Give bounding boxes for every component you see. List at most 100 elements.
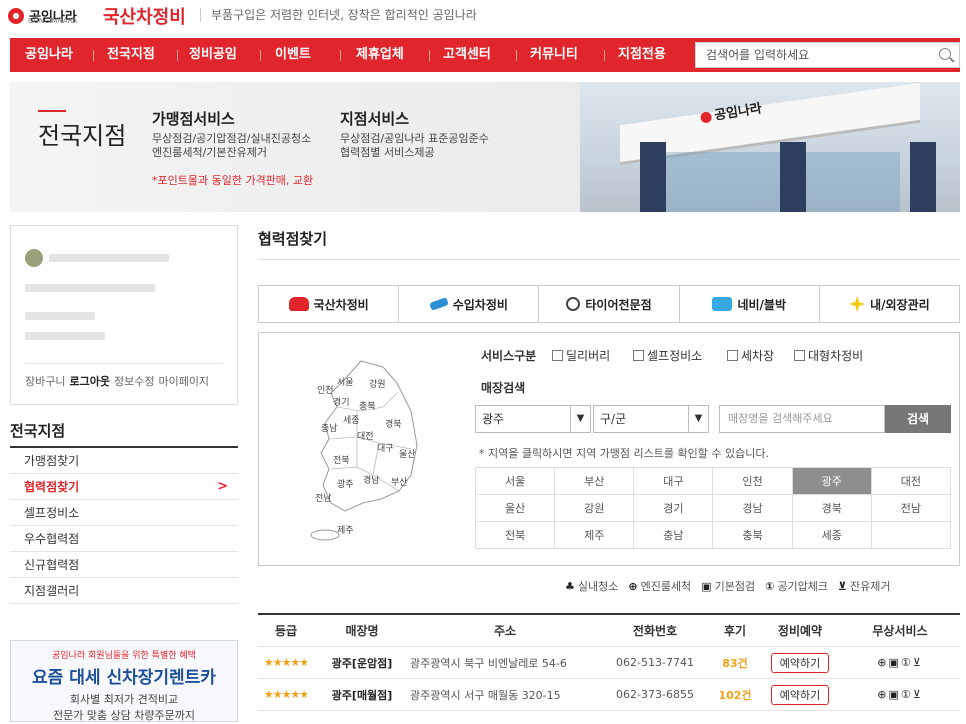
sidebar-item-self-service[interactable]: 셀프정비소 <box>10 500 238 526</box>
branch-service-title: 지점서비스 <box>340 110 410 128</box>
nav-item-branches[interactable]: 전국지점 <box>107 38 155 72</box>
nav-item-gongimnara[interactable]: 공임나라 <box>25 38 73 72</box>
region-chungbuk[interactable]: 충북 <box>712 521 793 549</box>
store-name[interactable]: 광주[운암점] <box>314 655 410 671</box>
header-name: 매장명 <box>345 624 379 638</box>
store-search-label: 매장검색 <box>481 381 526 395</box>
map-label[interactable]: 충북 <box>359 401 376 412</box>
region-gangwon[interactable]: 강원 <box>554 494 635 522</box>
member-info-blurred <box>25 312 95 320</box>
map-label[interactable]: 대전 <box>357 431 374 442</box>
store-search-button[interactable]: 검색 <box>885 405 951 433</box>
region-gwangju[interactable]: 광주 <box>791 467 872 495</box>
search-input[interactable] <box>696 43 926 67</box>
nav-item-branch-only[interactable]: 지점전용 <box>618 38 666 72</box>
nav-divider <box>177 50 178 61</box>
region-jeonnam[interactable]: 전남 <box>870 494 952 522</box>
page-title: 협력점찾기 <box>258 230 328 248</box>
nav-item-partners[interactable]: 제휴업체 <box>356 38 404 72</box>
korea-map[interactable]: 서울 인천 강원 경기 충북 세종 충남 대전 경북 대구 울산 전북 광주 경… <box>299 353 429 543</box>
map-label[interactable]: 강원 <box>369 379 386 390</box>
tab-navi-blackbox[interactable]: 네비/블박 <box>680 286 820 322</box>
sidebar-item-new[interactable]: 신규협력점 <box>10 552 238 578</box>
brand-title[interactable]: 국산차정비 <box>103 3 186 29</box>
map-label[interactable]: 부산 <box>391 477 408 488</box>
map-label[interactable]: 인천 <box>317 385 334 396</box>
region-gyeongbuk[interactable]: 경북 <box>791 494 872 522</box>
map-label[interactable]: 전북 <box>333 455 350 466</box>
region-ulsan[interactable]: 울산 <box>474 494 556 522</box>
legend-item: ▣ 기본점검 <box>701 578 755 594</box>
mypage-link[interactable]: 마이페이지 <box>158 373 209 389</box>
title-accent-line <box>38 110 66 112</box>
region-daejeon[interactable]: 대전 <box>870 467 952 495</box>
rental-promo-banner[interactable]: 공임나라 회원님들을 위한 특별한 혜택 요즘 대세 신차장기렌트카 회사별 최… <box>10 640 238 722</box>
cart-link[interactable]: 장바구니 <box>25 373 65 389</box>
city-select[interactable]: 광주 ▼ <box>475 405 591 433</box>
table-row[interactable]: ★★★★★ 광주[운암점] 광주광역시 북구 비엔날레로 54-6 062-51… <box>258 647 960 679</box>
sidebar-item-partner[interactable]: 협력점찾기 > <box>10 474 238 500</box>
region-daegu[interactable]: 대구 <box>633 467 714 495</box>
region-gyeongnam[interactable]: 경남 <box>712 494 793 522</box>
tab-interior-exterior[interactable]: 내/외장관리 <box>820 286 959 322</box>
edit-profile-link[interactable]: 정보수정 <box>114 373 154 389</box>
header-reserve: 정비예약 <box>777 624 823 638</box>
search-icon[interactable] <box>939 48 951 60</box>
store-name-input[interactable]: 매장명을 검색해주세요 <box>719 405 885 433</box>
logout-link[interactable]: 로그아웃 <box>69 373 109 389</box>
region-jeonbuk[interactable]: 전북 <box>474 521 556 549</box>
map-label[interactable]: 광주 <box>337 478 354 490</box>
region-incheon[interactable]: 인천 <box>712 467 793 495</box>
nav-divider <box>604 50 605 61</box>
map-label[interactable]: 충남 <box>321 423 338 434</box>
legend-item: ♣ 실내청소 <box>565 578 618 594</box>
store-name[interactable]: 광주[매월점] <box>314 687 410 703</box>
delivery-checkbox[interactable]: 딜리버리 <box>552 347 610 364</box>
map-label[interactable]: 경남 <box>363 474 380 486</box>
reserve-button[interactable]: 예약하기 <box>770 684 830 705</box>
region-busan[interactable]: 부산 <box>554 467 635 495</box>
tab-imported[interactable]: 수입차정비 <box>399 286 540 322</box>
map-label[interactable]: 대구 <box>377 443 394 454</box>
map-label[interactable]: 전남 <box>315 493 332 504</box>
free-service-icons: ⊕▣①⊻ <box>877 656 923 669</box>
shop-pillar <box>910 142 936 212</box>
region-gyeonggi[interactable]: 경기 <box>633 494 714 522</box>
header-grade: 등급 <box>274 624 298 638</box>
logo-mark-icon <box>699 111 713 124</box>
district-select[interactable]: 구/군 ▼ <box>593 405 709 433</box>
nav-item-labor-cost[interactable]: 정비공임 <box>189 38 237 72</box>
review-count[interactable]: 83건 <box>710 655 760 671</box>
header-address: 주소 <box>493 624 517 638</box>
sidebar-item-excellent[interactable]: 우수협력점 <box>10 526 238 552</box>
map-label[interactable]: 서울 <box>337 377 354 388</box>
chevron-right-icon: > <box>217 479 228 494</box>
nav-item-support[interactable]: 고객센터 <box>443 38 491 72</box>
store-table: 등급 매장명 주소 전화번호 후기 정비예약 무상서비스 ★★★★★ 광주[운암… <box>258 613 960 711</box>
map-label[interactable]: 세종 <box>343 415 360 426</box>
sidebar-item-label: 협력점찾기 <box>24 480 80 494</box>
review-count[interactable]: 102건 <box>710 687 760 703</box>
tab-tire[interactable]: 타이어전문점 <box>539 286 680 322</box>
map-label[interactable]: 울산 <box>399 449 416 460</box>
tab-domestic[interactable]: 국산차정비 <box>259 286 400 322</box>
checkbox-box <box>633 350 644 361</box>
promo-line-2: 요즘 대세 신차장기렌트카 <box>32 668 216 688</box>
large-vehicle-checkbox[interactable]: 대형차정비 <box>794 347 863 364</box>
car-wash-checkbox[interactable]: 세차장 <box>727 347 774 364</box>
self-service-checkbox[interactable]: 셀프정비소 <box>633 347 702 364</box>
checkbox-box <box>794 350 805 361</box>
region-sejong[interactable]: 세종 <box>791 521 872 549</box>
region-jeju[interactable]: 제주 <box>554 521 635 549</box>
region-chungnam[interactable]: 충남 <box>633 521 714 549</box>
map-label[interactable]: 경북 <box>385 418 402 430</box>
map-label[interactable]: 제주 <box>337 525 354 536</box>
map-label[interactable]: 경기 <box>333 396 350 408</box>
nav-item-event[interactable]: 이벤트 <box>275 38 311 72</box>
table-row[interactable]: ★★★★★ 광주[매월점] 광주광역시 서구 매월동 320-15 062-37… <box>258 679 960 711</box>
nav-item-community[interactable]: 커뮤니티 <box>530 38 578 72</box>
region-seoul[interactable]: 서울 <box>474 467 556 495</box>
sidebar-item-gallery[interactable]: 지점갤러리 <box>10 578 238 604</box>
reserve-button[interactable]: 예약하기 <box>770 652 830 673</box>
sidebar-item-franchise[interactable]: 가맹점찾기 <box>10 448 238 474</box>
